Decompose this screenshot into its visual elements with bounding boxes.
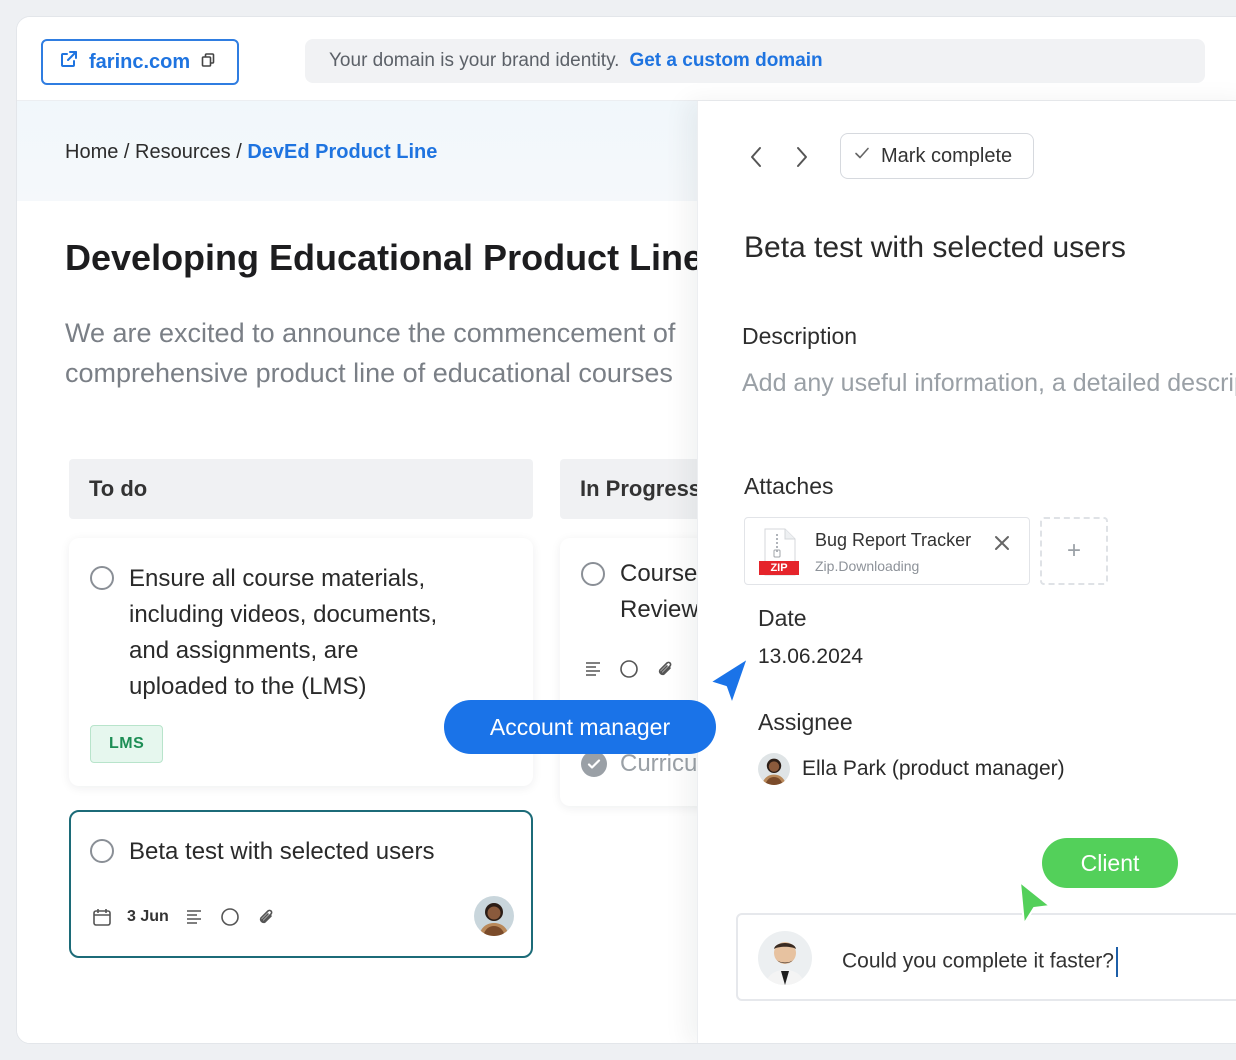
assignee[interactable]: Ella Park (product manager) bbox=[758, 753, 1065, 785]
calendar-icon bbox=[91, 906, 113, 928]
task-text-line: Course Materials bbox=[620, 560, 697, 587]
page-title: Developing Educational Product Line bbox=[65, 237, 697, 278]
green-cursor-icon bbox=[1008, 880, 1052, 933]
zip-badge: ZIP bbox=[770, 562, 788, 574]
breadcrumb-resources[interactable]: Resources bbox=[135, 141, 231, 163]
task-text: Course Materials Review bbox=[620, 556, 697, 628]
lms-tag[interactable]: LMS bbox=[90, 725, 164, 763]
comment-icon bbox=[618, 658, 640, 680]
zip-file-icon: ZIP bbox=[759, 528, 799, 576]
date-label: Date bbox=[758, 605, 807, 631]
avatar[interactable] bbox=[474, 896, 514, 936]
column-header-in-progress: In Progress bbox=[560, 459, 697, 519]
comment-text: Could you complete it faster? bbox=[842, 949, 1114, 973]
attaches-label: Attaches bbox=[744, 473, 834, 499]
description-input[interactable]: Add any useful information, a detailed d… bbox=[742, 369, 1236, 398]
remove-attachment-icon[interactable] bbox=[991, 532, 1013, 554]
attachment-name: Bug Report Tracker bbox=[815, 530, 972, 550]
complete-radio[interactable] bbox=[90, 839, 114, 863]
assignee-avatar bbox=[758, 753, 790, 785]
complete-radio[interactable] bbox=[90, 566, 114, 590]
task-card-selected[interactable]: Beta test with selected users 3 Jun bbox=[69, 810, 533, 958]
task-meta bbox=[582, 658, 676, 680]
complete-radio[interactable] bbox=[581, 562, 605, 586]
check-icon bbox=[853, 144, 871, 168]
mark-complete-button[interactable]: Mark complete bbox=[840, 133, 1034, 179]
comment-box[interactable]: Could you complete it faster? bbox=[736, 913, 1236, 1001]
description-icon bbox=[582, 658, 604, 680]
task-text-line: and assignments, are bbox=[129, 637, 359, 664]
custom-domain-link[interactable]: Get a custom domain bbox=[629, 50, 822, 72]
date-value[interactable]: 13.06.2024 bbox=[758, 645, 863, 669]
comment-icon bbox=[219, 906, 241, 928]
attachment-status: Zip.Downloading bbox=[815, 558, 920, 574]
comment-input[interactable]: Could you complete it faster? bbox=[842, 947, 1118, 977]
banner-text: Your domain is your brand identity. bbox=[329, 50, 620, 71]
task-title: Beta test with selected users bbox=[129, 838, 435, 865]
description-icon bbox=[183, 906, 205, 928]
top-bar: farinc.com Your domain is your brand ide… bbox=[17, 17, 1236, 101]
column-header-todo: To do bbox=[69, 459, 533, 519]
external-link-icon bbox=[59, 49, 79, 75]
task-text-line: Ensure all course materials, bbox=[129, 565, 426, 592]
description-label: Description bbox=[742, 323, 858, 349]
breadcrumb-separator: / bbox=[123, 141, 130, 163]
task-text: Ensure all course materials, including v… bbox=[129, 561, 529, 705]
page-description-line: comprehensive product line of educationa… bbox=[65, 358, 673, 388]
attachment-item[interactable]: ZIP Bug Report Tracker Zip.Downloading bbox=[744, 517, 1030, 585]
app-window: farinc.com Your domain is your brand ide… bbox=[16, 16, 1236, 1044]
page-description: We are excited to announce the commencem… bbox=[65, 313, 697, 393]
project-pane: Home / Resources / DevEd Product Line De… bbox=[17, 101, 697, 1043]
completed-check-icon[interactable] bbox=[581, 751, 607, 777]
paperclip-icon bbox=[255, 906, 277, 928]
next-task-button[interactable] bbox=[788, 143, 816, 171]
text-caret bbox=[1115, 947, 1118, 977]
page-description-line: We are excited to announce the commencem… bbox=[65, 318, 676, 348]
domain-button[interactable]: farinc.com bbox=[41, 39, 239, 85]
add-attachment-button[interactable]: + bbox=[1040, 517, 1108, 585]
task-detail-pane: Mark complete Beta test with selected us… bbox=[697, 101, 1236, 1043]
task-card[interactable]: Course Materials Review Curriculum bbox=[560, 538, 697, 806]
breadcrumb: Home / Resources / DevEd Product Line bbox=[65, 141, 437, 164]
domain-label: farinc.com bbox=[89, 50, 191, 73]
mark-complete-label: Mark complete bbox=[881, 144, 1013, 167]
assignee-label: Assignee bbox=[758, 709, 853, 735]
task-text-line: Review bbox=[620, 596, 697, 623]
copy-icon[interactable] bbox=[200, 51, 216, 74]
previous-task-button[interactable] bbox=[742, 143, 770, 171]
task-detail-title[interactable]: Beta test with selected users bbox=[744, 231, 1126, 265]
account-manager-label: Account manager bbox=[444, 700, 716, 754]
breadcrumb-current[interactable]: DevEd Product Line bbox=[247, 141, 437, 163]
assignee-name: Ella Park (product manager) bbox=[802, 757, 1065, 780]
task-meta: 3 Jun bbox=[91, 906, 277, 928]
breadcrumb-separator: / bbox=[236, 141, 242, 163]
commenter-avatar bbox=[758, 931, 812, 985]
custom-domain-banner: Your domain is your brand identity. Get … bbox=[305, 39, 1205, 83]
paperclip-icon bbox=[654, 658, 676, 680]
blue-cursor-icon bbox=[708, 656, 752, 713]
task-text-line: including videos, documents, bbox=[129, 601, 438, 628]
due-date: 3 Jun bbox=[127, 908, 169, 925]
breadcrumb-home[interactable]: Home bbox=[65, 141, 118, 163]
client-label: Client bbox=[1042, 838, 1178, 888]
